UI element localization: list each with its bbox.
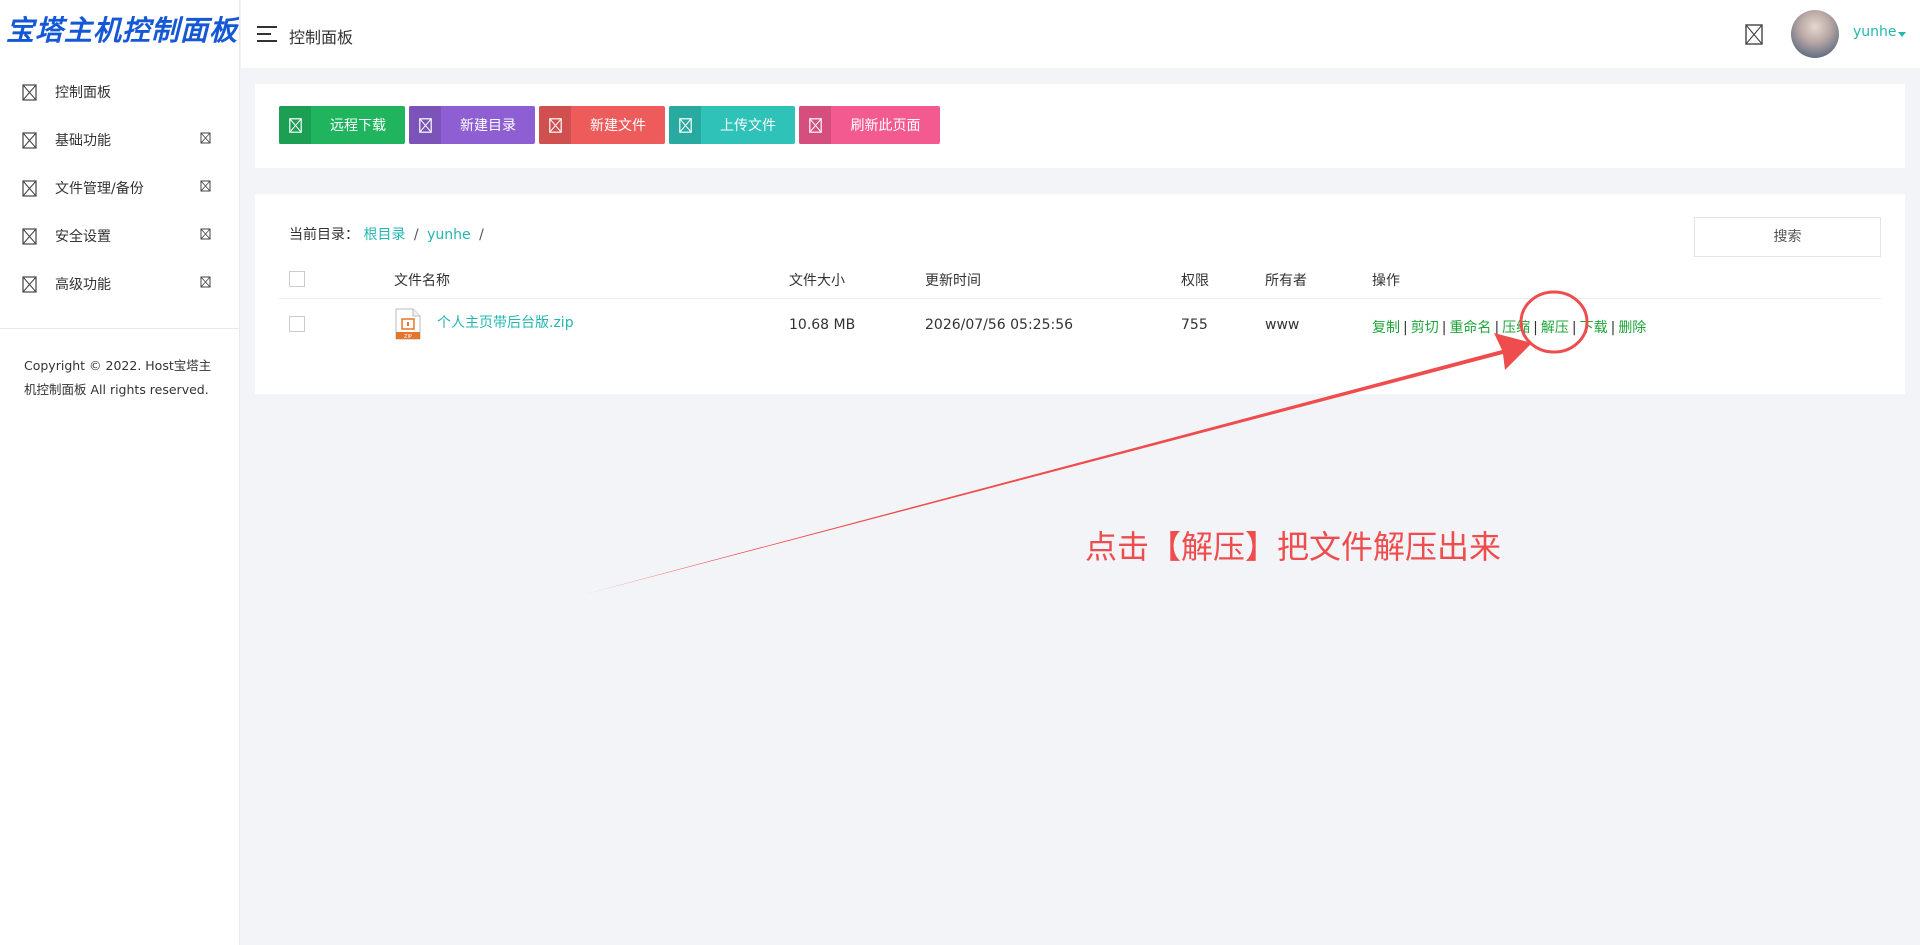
svg-text:ZIP: ZIP: [404, 334, 412, 340]
download-icon: [279, 106, 311, 144]
notification-icon[interactable]: [1745, 24, 1763, 45]
top-header: 控制面板 yunhe: [241, 0, 1920, 68]
expand-arrow-icon: [200, 228, 211, 240]
breadcrumb: 当前目录： 根目录 / yunhe /: [289, 224, 488, 244]
toolbar-card: 远程下载 新建目录 新建文件 上传文件 刷新此页面: [255, 84, 1905, 168]
menu-toggle-icon[interactable]: [257, 26, 277, 42]
column-header-actions: 操作: [1372, 273, 1400, 289]
sidebar-item-file-manager[interactable]: 文件管理/备份: [0, 164, 239, 212]
remote-download-button[interactable]: 远程下载: [279, 106, 405, 144]
download-action[interactable]: 下载: [1580, 320, 1608, 336]
new-folder-button[interactable]: 新建目录: [409, 106, 535, 144]
expand-arrow-icon: [200, 276, 211, 288]
expand-arrow-icon: [200, 132, 211, 144]
upload-file-button[interactable]: 上传文件: [669, 106, 795, 144]
file-manager-icon: [22, 179, 37, 197]
button-label: 刷新此页面: [850, 118, 921, 134]
file-permission: 755: [1181, 317, 1208, 333]
sidebar-item-label: 控制面板: [55, 85, 111, 101]
cut-action[interactable]: 剪切: [1411, 320, 1439, 336]
new-file-button[interactable]: 新建文件: [539, 106, 665, 144]
file-size: 10.68 MB: [789, 317, 856, 333]
file-icon: [539, 106, 571, 144]
avatar[interactable]: [1791, 10, 1839, 58]
annotation-text: 点击【解压】把文件解压出来: [1085, 528, 1502, 566]
breadcrumb-separator: /: [413, 227, 419, 243]
breadcrumb-folder-link[interactable]: yunhe: [427, 227, 471, 243]
delete-action[interactable]: 删除: [1618, 320, 1646, 336]
breadcrumb-root-link[interactable]: 根目录: [363, 227, 405, 243]
copy-action[interactable]: 复制: [1372, 320, 1400, 336]
column-header-time: 更新时间: [925, 273, 981, 289]
file-list-card: 当前目录： 根目录 / yunhe / 搜索 文件名称 文件大小 更新时间 权限…: [255, 194, 1905, 394]
breadcrumb-separator: /: [479, 227, 484, 243]
sidebar-item-advanced[interactable]: 高级功能: [0, 260, 239, 308]
column-header-owner: 所有者: [1265, 273, 1307, 289]
sidebar-item-dashboard[interactable]: 控制面板: [0, 68, 239, 116]
breadcrumb-prefix: 当前目录：: [289, 227, 359, 243]
security-icon: [22, 227, 37, 245]
button-label: 新建目录: [460, 118, 516, 134]
compress-action[interactable]: 压缩: [1502, 320, 1530, 336]
button-label: 上传文件: [720, 118, 776, 134]
sidebar-item-label: 安全设置: [55, 229, 111, 245]
file-actions: 复制 | 剪切 | 重命名 | 压缩 | 解压 | 下载 | 删除: [1372, 320, 1647, 336]
column-header-name: 文件名称: [394, 273, 450, 289]
sidebar-item-security[interactable]: 安全设置: [0, 212, 239, 260]
basic-functions-icon: [22, 131, 37, 149]
column-header-permission: 权限: [1181, 273, 1209, 289]
folder-icon: [409, 106, 441, 144]
dashboard-icon: [22, 83, 37, 101]
row-checkbox[interactable]: [289, 316, 305, 332]
sidebar-divider: [0, 328, 239, 329]
advanced-icon: [22, 275, 37, 293]
page-title: 控制面板: [289, 28, 354, 47]
table-header-divider: [279, 298, 1881, 299]
sidebar-item-basic[interactable]: 基础功能: [0, 116, 239, 164]
sidebar: 宝塔主机控制面板 控制面板 基础功能 文件管理/备份 安全设置 高级功能 Cop…: [0, 0, 240, 945]
file-updated-time: 2026/07/56 05:25:56: [925, 317, 1074, 333]
search-button[interactable]: 搜索: [1694, 217, 1881, 257]
sidebar-nav: 控制面板 基础功能 文件管理/备份 安全设置 高级功能: [0, 68, 239, 308]
rename-action[interactable]: 重命名: [1449, 320, 1491, 336]
sidebar-item-label: 高级功能: [55, 277, 111, 293]
copyright-text: Copyright © 2022. Host宝塔主机控制面板 All right…: [24, 358, 212, 397]
zip-file-icon: ZIP: [395, 308, 421, 340]
refresh-icon: [799, 106, 831, 144]
sidebar-item-label: 文件管理/备份: [55, 181, 144, 197]
select-all-checkbox[interactable]: [289, 271, 305, 287]
refresh-page-button[interactable]: 刷新此页面: [799, 106, 940, 144]
file-name-link[interactable]: 个人主页带后台版.zip: [437, 312, 574, 332]
app-logo[interactable]: 宝塔主机控制面板: [0, 0, 239, 68]
file-owner: www: [1265, 317, 1300, 333]
column-header-size: 文件大小: [789, 273, 845, 289]
expand-arrow-icon: [200, 180, 211, 192]
extract-action[interactable]: 解压: [1541, 320, 1569, 336]
user-dropdown-caret-icon[interactable]: [1898, 32, 1906, 37]
button-label: 新建文件: [590, 118, 646, 134]
button-label: 远程下载: [330, 118, 386, 134]
upload-icon: [669, 106, 701, 144]
sidebar-item-label: 基础功能: [55, 133, 111, 149]
username[interactable]: yunhe: [1853, 24, 1897, 40]
